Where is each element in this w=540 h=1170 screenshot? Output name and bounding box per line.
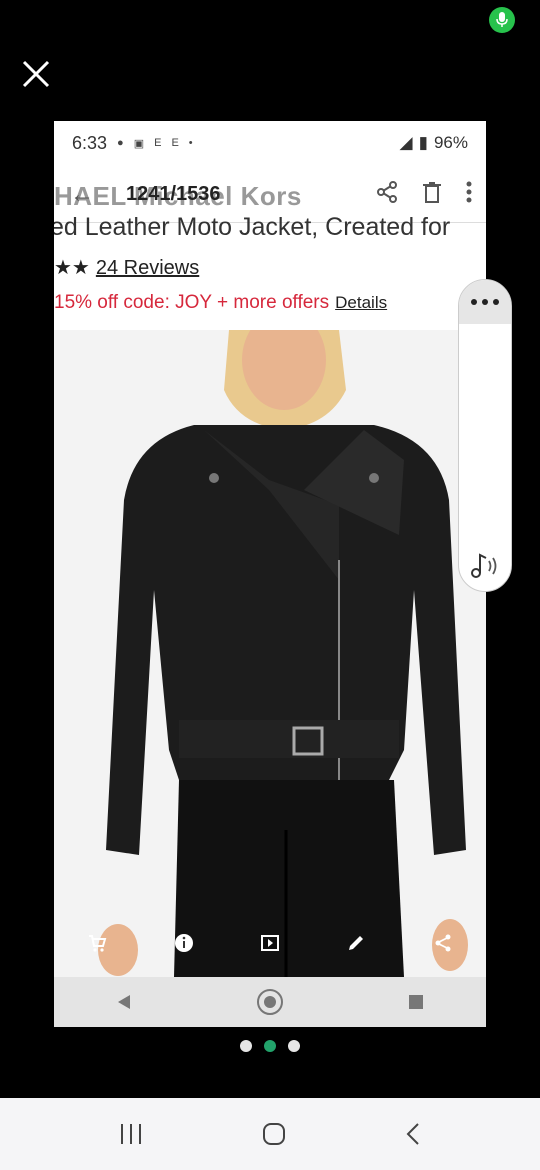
home-circle-icon[interactable] (256, 988, 284, 1016)
rating-stars: ★★ (54, 257, 90, 279)
back-icon[interactable] (405, 1122, 421, 1146)
reviews-link[interactable]: 24 Reviews (96, 257, 199, 279)
calendar-icon: ▣ (133, 137, 145, 150)
product-title: ed Leather Moto Jacket, Created for (54, 213, 451, 241)
page-dot[interactable] (240, 1040, 252, 1052)
cart-icon[interactable] (87, 933, 107, 953)
share-icon[interactable] (433, 933, 453, 953)
dot-icon: • (188, 137, 193, 149)
edge-panel[interactable] (458, 279, 512, 592)
status-time: 6:33 (72, 132, 108, 153)
close-button[interactable] (18, 56, 54, 92)
more-vert-icon[interactable] (466, 181, 472, 203)
status-bar: 6:33 ● ▣ E E • ◢ ▮ 96% (54, 121, 486, 165)
info-icon[interactable] (174, 933, 194, 953)
battery-icon: ▮ (418, 133, 428, 152)
page-dot-active[interactable] (264, 1040, 276, 1052)
screenshot-preview[interactable]: 6:33 ● ▣ E E • ◢ ▮ 96% HAEL Michael Kors… (54, 121, 486, 1027)
e-icon: E (171, 137, 179, 149)
e-icon: E (154, 137, 162, 149)
close-icon (22, 60, 50, 88)
back-arrow-icon[interactable]: ← (70, 181, 94, 209)
recents-square-icon[interactable] (408, 994, 424, 1010)
reviews-row: ★★ 24 Reviews (54, 255, 199, 280)
play-icon[interactable] (260, 933, 280, 953)
home-icon[interactable] (262, 1122, 286, 1146)
page-indicator (0, 1040, 540, 1052)
promo-row: 15% off code: JOY + more offers Details (54, 292, 387, 314)
jacket-model-image (54, 330, 486, 977)
image-counter: 1241/1536 (126, 183, 221, 205)
share-icon[interactable] (376, 181, 398, 203)
signal-icon: ◢ (399, 133, 413, 152)
promo-text: 15% off code: JOY + more offers (54, 292, 330, 313)
recents-icon[interactable] (119, 1123, 143, 1145)
battery-level: 96% (433, 133, 468, 152)
mic-icon[interactable] (489, 7, 515, 33)
inner-nav-bar (54, 977, 486, 1027)
music-sound-icon[interactable] (465, 548, 505, 584)
product-photo (54, 330, 486, 977)
more-horiz-icon[interactable] (459, 280, 511, 324)
system-nav-bar (0, 1098, 540, 1170)
back-triangle-icon[interactable] (116, 994, 132, 1010)
page-dot[interactable] (288, 1040, 300, 1052)
details-link[interactable]: Details (335, 293, 387, 312)
delete-icon[interactable] (422, 181, 442, 203)
messenger-icon: ● (117, 137, 124, 149)
image-actions (54, 925, 486, 961)
edit-icon[interactable] (346, 933, 366, 953)
